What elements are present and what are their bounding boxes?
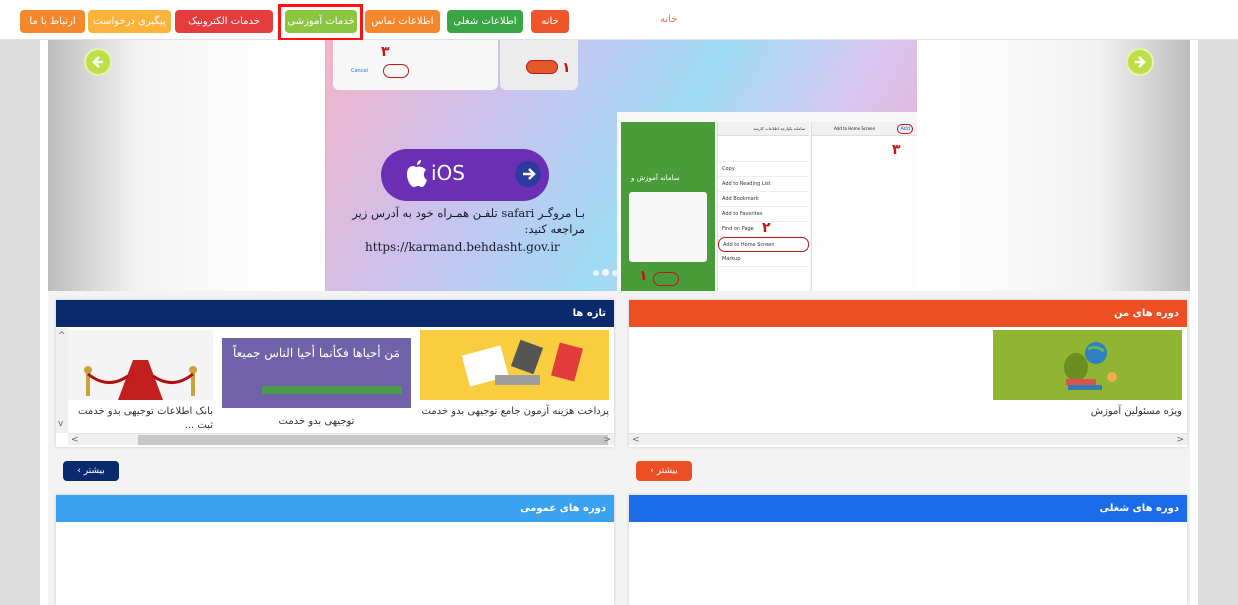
phone-screenshots: سامانه آموزش و ۱ سامانه یکپارچه اطلاعات … bbox=[617, 112, 917, 291]
slider-dot[interactable] bbox=[593, 270, 599, 276]
apple-icon bbox=[407, 160, 427, 187]
news-card[interactable]: پرداخت هزینه آزمون جامع توجیهی بدو خدمت bbox=[420, 330, 609, 434]
news-card[interactable]: بانک اطلاعات توجیهی بدو خدمت ثبت ... bbox=[68, 330, 213, 434]
news-card-title[interactable]: توجیهی بدو خدمت bbox=[222, 415, 411, 429]
highlight-circle-top bbox=[526, 60, 558, 74]
step-number-2: ۲ bbox=[762, 220, 771, 236]
nav-request-tracking[interactable]: پیگیری درخواست bbox=[88, 10, 171, 33]
course-card-image bbox=[993, 330, 1182, 400]
my-courses-title: دوره های من bbox=[629, 300, 1187, 327]
scroll-down-icon[interactable]: v bbox=[58, 418, 63, 430]
add-circle bbox=[383, 64, 409, 78]
job-courses-panel: دوره های شغلی bbox=[629, 495, 1187, 605]
news-card-title[interactable]: بانک اطلاعات توجیهی بدو خدمت ثبت ... bbox=[68, 405, 213, 433]
general-courses-panel: دوره های عمومی bbox=[56, 495, 614, 605]
nav-home[interactable]: خانه bbox=[531, 10, 569, 33]
nav-educational-services[interactable]: خدمات آموزشی bbox=[285, 10, 357, 33]
news-hscroll[interactable]: < > bbox=[68, 433, 614, 445]
nav-job-info[interactable]: اطلاعات شغلی bbox=[447, 10, 523, 33]
slide-url: https://karmand.behdasht.gov.ir bbox=[365, 240, 560, 254]
banner-slider: ۳ Cancel ۱ iOS بـا مروگـر safari تلفـن ه… bbox=[48, 40, 1190, 291]
top-navbar: ارتباط با ما پیگیری درخواست خدمات الکترو… bbox=[0, 0, 1238, 41]
menu-item: Add to Reading List bbox=[718, 177, 809, 192]
scroll-up-icon[interactable]: ^ bbox=[58, 330, 66, 342]
left-gutter bbox=[0, 40, 48, 605]
step-number-3-right: ۳ bbox=[892, 142, 901, 158]
menu-item: Copy bbox=[718, 162, 809, 177]
scroll-right-icon[interactable]: > bbox=[603, 434, 611, 446]
menu-item: Add Bookmark bbox=[718, 192, 809, 207]
add-screen-title: Add to Home Screen bbox=[834, 126, 876, 131]
scroll-right-icon[interactable]: > bbox=[1176, 434, 1184, 446]
news-title: تازه ها bbox=[56, 300, 614, 327]
phone-screenshot-top: ۳ Cancel bbox=[333, 40, 498, 90]
my-courses-panel: دوره های من ویژه مسئولین آموزش < > bbox=[629, 300, 1187, 447]
more-label: بیشتر bbox=[656, 466, 678, 476]
news-vscroll[interactable]: ^ v bbox=[56, 328, 68, 433]
course-card-title[interactable]: ویژه مسئولین آموزش bbox=[993, 405, 1182, 419]
arrow-right-icon bbox=[1135, 56, 1146, 68]
site-title: سامانه یکپارچه اطلاعات کارمند bbox=[718, 122, 809, 136]
app-form bbox=[629, 192, 707, 262]
add-label: Add bbox=[897, 124, 913, 134]
chevron-left-icon: ‹ bbox=[77, 466, 81, 476]
slide-image: ۳ Cancel ۱ iOS بـا مروگـر safari تلفـن ه… bbox=[325, 40, 917, 291]
share-icons-row bbox=[718, 136, 809, 162]
course-card[interactable]: ویژه مسئولین آموزش bbox=[993, 330, 1182, 430]
phone-screenshot-top-right: ۱ bbox=[500, 40, 578, 90]
scroll-left-icon[interactable]: < bbox=[632, 434, 640, 446]
ios-arrow-icon bbox=[515, 161, 541, 187]
news-hscroll-thumb[interactable] bbox=[138, 435, 608, 445]
scroll-left-icon[interactable]: < bbox=[71, 434, 79, 446]
nav-contact-us[interactable]: ارتباط با ما bbox=[20, 10, 85, 33]
news-banner-strip bbox=[262, 386, 402, 394]
general-courses-title: دوره های عمومی bbox=[56, 495, 614, 522]
news-banner-text: مَن أحياها فكأنما أحيا الناس جميعاً bbox=[233, 346, 400, 360]
right-gutter bbox=[1190, 40, 1238, 605]
nav-electronic-services[interactable]: خدمات الکترونیک bbox=[175, 10, 273, 33]
step-number-1-top: ۱ bbox=[562, 60, 571, 76]
menu-item-add-home: Add to Home Screen bbox=[718, 237, 809, 252]
screenshot-share-menu: سامانه یکپارچه اطلاعات کارمند Copy Add t… bbox=[717, 122, 809, 291]
news-card[interactable]: مَن أحياها فكأنما أحيا الناس جميعاً توجی… bbox=[222, 330, 411, 434]
notebook-icon bbox=[461, 339, 583, 387]
nav-contact-info[interactable]: اطلاعات تماس bbox=[365, 10, 440, 33]
more-label: بیشتر bbox=[83, 466, 105, 476]
red-carpet-icon bbox=[84, 360, 197, 400]
ios-label: iOS bbox=[431, 161, 465, 185]
slide-instruction: بـا مروگـر safari تلفـن همـراه خود به آد… bbox=[352, 206, 585, 236]
step-number-1: ۱ bbox=[639, 268, 648, 284]
screenshot-app: سامانه آموزش و ۱ bbox=[621, 122, 715, 291]
news-more-button[interactable]: ‹ بیشتر bbox=[63, 461, 119, 481]
news-card-image: مَن أحياها فكأنما أحيا الناس جميعاً bbox=[222, 338, 411, 408]
share-circle bbox=[653, 272, 679, 286]
news-panel: تازه ها ^ v پرداخت هزینه آزمون جامع توجی… bbox=[56, 300, 614, 447]
menu-item: Markup bbox=[718, 252, 809, 267]
news-card-title[interactable]: پرداخت هزینه آزمون جامع توجیهی بدو خدمت bbox=[420, 405, 610, 419]
cancel-label: Cancel bbox=[351, 68, 368, 74]
slider-dot-active[interactable] bbox=[602, 269, 609, 276]
app-title: سامانه آموزش و bbox=[631, 174, 680, 182]
slider-next-button[interactable] bbox=[1126, 48, 1154, 76]
arrow-left-icon bbox=[92, 56, 103, 68]
screenshot-add-home: Add to Home Screen Add ۳ bbox=[811, 122, 917, 291]
job-courses-title: دوره های شغلی bbox=[629, 495, 1187, 522]
step-number-3: ۳ bbox=[381, 44, 390, 60]
slider-prev-button[interactable] bbox=[84, 48, 112, 76]
breadcrumb[interactable]: خانه bbox=[660, 14, 677, 25]
add-screen-header: Add to Home Screen Add bbox=[812, 122, 917, 136]
news-card-image bbox=[420, 330, 609, 400]
news-card-image bbox=[68, 330, 213, 400]
my-courses-hscroll[interactable]: < > bbox=[629, 433, 1187, 445]
school-icon bbox=[1064, 342, 1117, 390]
my-courses-more-button[interactable]: ‹ بیشتر bbox=[636, 461, 692, 481]
chevron-left-icon: ‹ bbox=[650, 466, 654, 476]
